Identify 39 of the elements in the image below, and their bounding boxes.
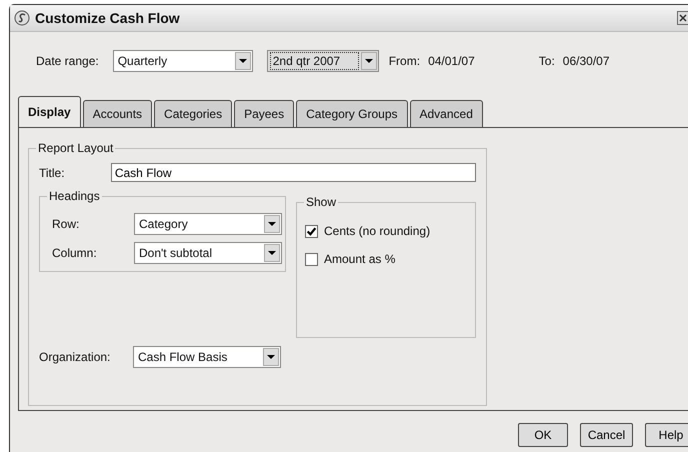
date-range-label: Date range:: [36, 54, 99, 68]
dialog-button[interactable]: Help: [645, 423, 688, 447]
tab[interactable]: Payees: [234, 100, 294, 127]
dialog-button[interactable]: Cancel: [580, 423, 633, 447]
from-date: 04/01/07: [428, 54, 475, 68]
quarter-dropdown[interactable]: 2nd qtr 2007: [266, 50, 379, 72]
title-label: Title:: [39, 166, 66, 180]
tab[interactable]: Display: [18, 96, 81, 127]
heading-dropdown[interactable]: Category: [134, 212, 282, 234]
to-label: To:: [538, 54, 555, 68]
tab[interactable]: Category Groups: [296, 100, 408, 127]
dropdown-arrow-icon: [364, 59, 373, 63]
tab[interactable]: Categories: [154, 100, 232, 127]
dropdown-arrow-icon: [238, 59, 247, 63]
organization-dropdown[interactable]: Cash Flow Basis: [133, 346, 281, 368]
close-icon[interactable]: [677, 11, 688, 25]
dropdown-arrow-icon: [267, 355, 275, 359]
period-dropdown[interactable]: Quarterly: [112, 50, 253, 72]
checkbox-label: Cents (no rounding): [324, 224, 430, 238]
app-logo-icon: [14, 10, 30, 26]
group-legend: Headings: [47, 189, 102, 203]
dropdown-arrow-icon: [268, 222, 276, 226]
group-legend: Show: [304, 195, 338, 209]
heading-dropdown[interactable]: Don't subtotal: [134, 242, 282, 264]
checkbox-label: Amount as %: [324, 252, 396, 266]
checkbox[interactable]: [305, 252, 318, 266]
from-label: From:: [388, 54, 420, 68]
dialog-button[interactable]: OK: [518, 423, 568, 447]
window-title: Customize Cash Flow: [35, 10, 180, 26]
organization-label: Organization:: [39, 350, 112, 364]
to-date: 06/30/07: [562, 54, 610, 68]
heading-label: Row:: [52, 216, 80, 230]
checkbox[interactable]: [305, 224, 318, 238]
heading-label: Column:: [52, 246, 98, 260]
group-legend: Report Layout: [36, 141, 116, 155]
tab[interactable]: Accounts: [82, 100, 152, 127]
tab[interactable]: Advanced: [410, 100, 483, 127]
title-input[interactable]: Cash Flow: [110, 163, 476, 182]
dropdown-arrow-icon: [268, 250, 276, 254]
